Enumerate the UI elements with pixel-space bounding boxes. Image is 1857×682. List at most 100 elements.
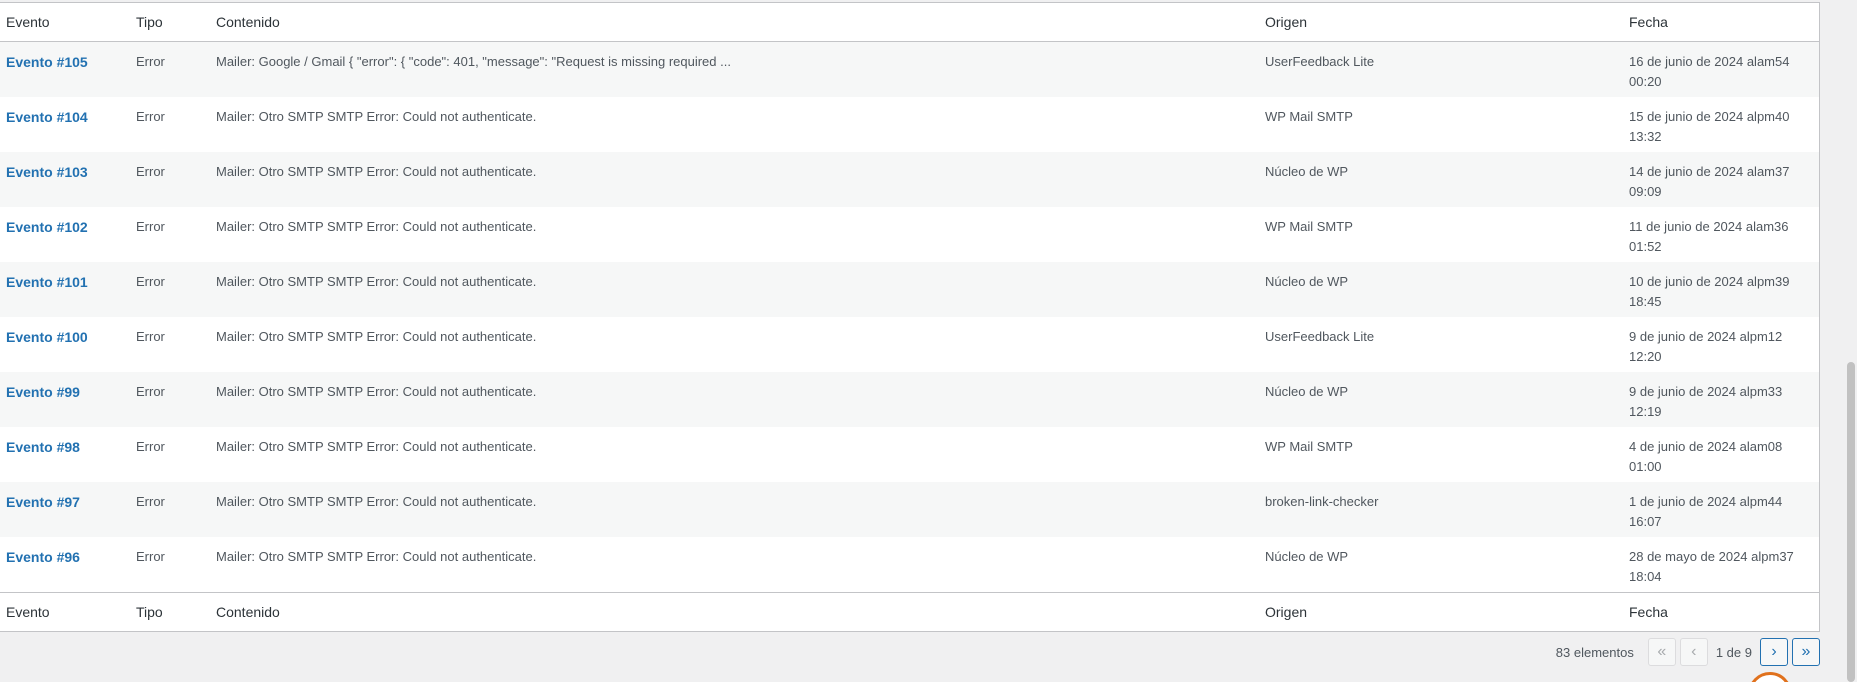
fecha-date: 4 de junio de 2024 alam08 <box>1629 439 1783 454</box>
cell-fecha: 14 de junio de 2024 alam37 09:09 <box>1623 152 1819 207</box>
cell-contenido: Mailer: Otro SMTP SMTP Error: Could not … <box>210 537 1259 593</box>
cell-origen: UserFeedback Lite <box>1259 317 1623 372</box>
cell-origen: Núcleo de WP <box>1259 537 1623 593</box>
last-page-button[interactable]: » <box>1792 638 1820 666</box>
event-link[interactable]: Evento #98 <box>6 439 80 455</box>
cell-fecha: 4 de junio de 2024 alam08 01:00 <box>1623 427 1819 482</box>
cell-fecha: 28 de mayo de 2024 alpm37 18:04 <box>1623 537 1819 593</box>
cell-origen: WP Mail SMTP <box>1259 97 1623 152</box>
fecha-time: 00:20 <box>1629 74 1662 89</box>
cell-origen: WP Mail SMTP <box>1259 207 1623 262</box>
fecha-date: 16 de junio de 2024 alam54 <box>1629 54 1790 69</box>
fecha-date: 9 de junio de 2024 alpm33 <box>1629 384 1783 399</box>
cell-fecha: 9 de junio de 2024 alpm12 12:20 <box>1623 317 1819 372</box>
footer-column-origen[interactable]: Origen <box>1259 592 1623 631</box>
cell-contenido: Mailer: Google / Gmail { "error": { "cod… <box>210 41 1259 97</box>
cell-evento: Evento #103 <box>0 152 130 207</box>
previous-page-button: ‹ <box>1679 638 1708 666</box>
event-link[interactable]: Evento #97 <box>6 494 80 510</box>
help-badge-icon[interactable] <box>1748 672 1792 682</box>
table-row: Evento #101 Error Mailer: Otro SMTP SMTP E… <box>0 262 1819 317</box>
cell-origen: UserFeedback Lite <box>1259 41 1623 97</box>
column-header-tipo[interactable]: Tipo <box>130 3 210 42</box>
fecha-date: 10 de junio de 2024 alpm39 <box>1629 274 1790 289</box>
cell-tipo: Error <box>130 537 210 593</box>
vertical-scrollbar[interactable] <box>1845 0 1857 682</box>
fecha-date: 15 de junio de 2024 alpm40 <box>1629 109 1790 124</box>
cell-evento: Evento #100 <box>0 317 130 372</box>
cell-origen: Núcleo de WP <box>1259 152 1623 207</box>
cell-contenido: Mailer: Otro SMTP SMTP Error: Could not … <box>210 482 1259 537</box>
column-header-origen[interactable]: Origen <box>1259 3 1623 42</box>
event-link[interactable]: Evento #96 <box>6 549 80 565</box>
cell-origen: broken-link-checker <box>1259 482 1623 537</box>
cell-contenido: Mailer: Otro SMTP SMTP Error: Could not … <box>210 372 1259 427</box>
cell-tipo: Error <box>130 207 210 262</box>
cell-evento: Evento #97 <box>0 482 130 537</box>
cell-contenido: Mailer: Otro SMTP SMTP Error: Could not … <box>210 207 1259 262</box>
table-row: Evento #99 Error Mailer: Otro SMTP SMTP Er… <box>0 372 1819 427</box>
table-row: Evento #104 Error Mailer: Otro SMTP SMTP E… <box>0 97 1819 152</box>
table-footer: Evento Tipo Contenido Origen Fecha <box>0 592 1819 631</box>
page: Evento Tipo Contenido Origen Fecha Event… <box>0 0 1857 682</box>
column-header-fecha[interactable]: Fecha <box>1623 3 1819 42</box>
event-link[interactable]: Evento #102 <box>6 219 88 235</box>
events-table-container: Evento Tipo Contenido Origen Fecha Event… <box>0 2 1820 632</box>
cell-evento: Evento #96 <box>0 537 130 593</box>
cell-fecha: 9 de junio de 2024 alpm33 12:19 <box>1623 372 1819 427</box>
cell-tipo: Error <box>130 482 210 537</box>
cell-contenido: Mailer: Otro SMTP SMTP Error: Could not … <box>210 427 1259 482</box>
cell-fecha: 16 de junio de 2024 alam54 00:20 <box>1623 41 1819 97</box>
event-link[interactable]: Evento #101 <box>6 274 88 290</box>
cell-origen: WP Mail SMTP <box>1259 427 1623 482</box>
event-link[interactable]: Evento #100 <box>6 329 88 345</box>
cell-contenido: Mailer: Otro SMTP SMTP Error: Could not … <box>210 97 1259 152</box>
cell-fecha: 1 de junio de 2024 alpm44 16:07 <box>1623 482 1819 537</box>
event-link[interactable]: Evento #103 <box>6 164 88 180</box>
cell-contenido: Mailer: Otro SMTP SMTP Error: Could not … <box>210 262 1259 317</box>
cell-tipo: Error <box>130 427 210 482</box>
cell-evento: Evento #99 <box>0 372 130 427</box>
fecha-date: 9 de junio de 2024 alpm12 <box>1629 329 1783 344</box>
footer-column-tipo[interactable]: Tipo <box>130 592 210 631</box>
cell-origen: Núcleo de WP <box>1259 372 1623 427</box>
column-header-evento[interactable]: Evento <box>0 3 130 42</box>
fecha-time: 18:45 <box>1629 294 1662 309</box>
event-link[interactable]: Evento #99 <box>6 384 80 400</box>
footer-column-fecha[interactable]: Fecha <box>1623 592 1819 631</box>
fecha-date: 28 de mayo de 2024 alpm37 <box>1629 549 1794 564</box>
footer-column-contenido[interactable]: Contenido <box>210 592 1259 631</box>
fecha-time: 16:07 <box>1629 514 1662 529</box>
fecha-date: 1 de junio de 2024 alpm44 <box>1629 494 1783 509</box>
cell-tipo: Error <box>130 317 210 372</box>
fecha-time: 12:20 <box>1629 349 1662 364</box>
cell-fecha: 10 de junio de 2024 alpm39 18:45 <box>1623 262 1819 317</box>
event-link[interactable]: Evento #104 <box>6 109 88 125</box>
fecha-time: 18:04 <box>1629 569 1662 584</box>
items-count: 83 elementos <box>1555 644 1634 660</box>
cell-fecha: 11 de junio de 2024 alam36 01:52 <box>1623 207 1819 262</box>
fecha-time: 01:00 <box>1629 459 1662 474</box>
cell-evento: Evento #102 <box>0 207 130 262</box>
event-link[interactable]: Evento #105 <box>6 54 88 70</box>
cell-evento: Evento #104 <box>0 97 130 152</box>
next-page-button[interactable]: › <box>1760 638 1788 666</box>
cell-evento: Evento #98 <box>0 427 130 482</box>
cell-tipo: Error <box>130 97 210 152</box>
scrollbar-thumb[interactable] <box>1847 362 1855 682</box>
cell-evento: Evento #101 <box>0 262 130 317</box>
footer-column-evento[interactable]: Evento <box>0 592 130 631</box>
cell-tipo: Error <box>130 262 210 317</box>
table-header: Evento Tipo Contenido Origen Fecha <box>0 3 1819 42</box>
cell-fecha: 15 de junio de 2024 alpm40 13:32 <box>1623 97 1819 152</box>
table-row: Evento #103 Error Mailer: Otro SMTP SMTP E… <box>0 152 1819 207</box>
cell-tipo: Error <box>130 372 210 427</box>
fecha-time: 12:19 <box>1629 404 1662 419</box>
table-row: Evento #102 Error Mailer: Otro SMTP SMTP E… <box>0 207 1819 262</box>
fecha-time: 13:32 <box>1629 129 1662 144</box>
pagination: 83 elementos « ‹ 1 de 9 › » <box>1556 638 1820 666</box>
fecha-date: 14 de junio de 2024 alam37 <box>1629 164 1790 179</box>
column-header-contenido[interactable]: Contenido <box>210 3 1259 42</box>
cell-contenido: Mailer: Otro SMTP SMTP Error: Could not … <box>210 317 1259 372</box>
fecha-time: 09:09 <box>1629 184 1662 199</box>
